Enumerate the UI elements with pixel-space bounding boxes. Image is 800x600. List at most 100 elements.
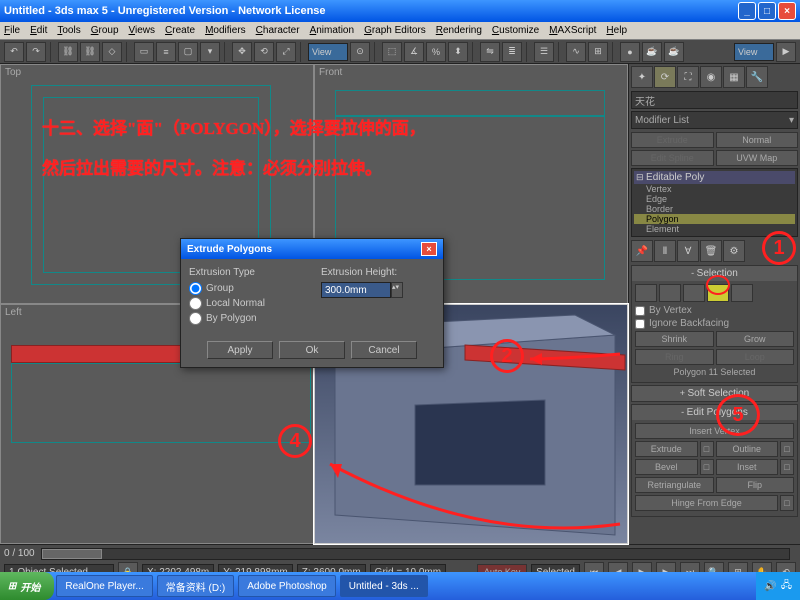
subobj-vertex[interactable] [635,284,657,302]
tray-icon[interactable]: 🔊 [764,581,776,592]
bevel-settings-button[interactable]: □ [700,459,714,475]
uvwmap-mod-button[interactable]: UVW Map [716,150,799,166]
menu-file[interactable]: File [4,25,20,36]
menu-create[interactable]: Create [165,25,195,36]
stack-polygon[interactable]: Polygon [634,214,795,224]
refcoord-dropdown[interactable]: View [308,43,348,61]
pivot-button[interactable]: ⊙ [350,42,370,62]
link-button[interactable]: ⛓ [58,42,78,62]
task-folder[interactable]: 常备资料 (D:) [157,575,234,597]
menu-animation[interactable]: Animation [310,25,354,36]
snap-button[interactable]: ⬚ [382,42,402,62]
show-result-icon[interactable]: Ⅱ [654,240,676,262]
menu-rendering[interactable]: Rendering [436,25,482,36]
render-button[interactable]: ▶ [776,42,796,62]
bevel-button[interactable]: Bevel [635,459,698,475]
move-button[interactable]: ✥ [232,42,252,62]
ring-button[interactable]: Ring [635,349,714,365]
task-realone[interactable]: RealOne Player... [56,575,152,597]
grow-button[interactable]: Grow [716,331,795,347]
menu-maxscript[interactable]: MAXScript [549,25,596,36]
curve-editor-button[interactable]: ∿ [566,42,586,62]
subobj-element[interactable] [731,284,753,302]
stack-root[interactable]: ⊟ Editable Poly [634,171,795,184]
by-vertex-checkbox[interactable] [635,306,645,316]
loop-button[interactable]: Loop [716,349,795,365]
mirror-button[interactable]: ⇋ [480,42,500,62]
rollout-selection-header[interactable]: - Selection [632,266,797,281]
select-name-button[interactable]: ≡ [156,42,176,62]
extrude-button[interactable]: Extrude [635,441,698,457]
cancel-button[interactable]: Cancel [351,341,417,359]
select-button[interactable]: ▭ [134,42,154,62]
retriangulate-button[interactable]: Retriangulate [635,477,714,493]
editspline-mod-button[interactable]: Edit Spline [631,150,714,166]
scale-button[interactable]: ⤢ [276,42,296,62]
tray-icon[interactable]: 🖧 [781,578,792,595]
tab-modify-icon[interactable]: ⟳ [654,66,676,88]
radio-by-polygon[interactable] [189,312,202,325]
menu-character[interactable]: Character [256,25,300,36]
pin-stack-icon[interactable]: 📌 [631,240,653,262]
shrink-button[interactable]: Shrink [635,331,714,347]
menu-help[interactable]: Help [606,25,627,36]
undo-button[interactable]: ↶ [4,42,24,62]
menu-group[interactable]: Group [91,25,119,36]
schematic-button[interactable]: ⊞ [588,42,608,62]
maximize-button[interactable]: □ [758,2,776,20]
inset-button[interactable]: Inset [716,459,779,475]
tab-motion-icon[interactable]: ◉ [700,66,722,88]
menu-modifiers[interactable]: Modifiers [205,25,246,36]
system-tray[interactable]: 🔊 🖧 [756,572,800,600]
dialog-close-button[interactable]: × [421,242,437,256]
configure-icon[interactable]: ⚙ [723,240,745,262]
menu-edit[interactable]: Edit [30,25,47,36]
unique-icon[interactable]: ∀ [677,240,699,262]
select-region-button[interactable]: ▢ [178,42,198,62]
stack-border[interactable]: Border [634,204,795,214]
tab-create-icon[interactable]: ✦ [631,66,653,88]
ignore-backfacing-checkbox[interactable] [635,319,645,329]
minimize-button[interactable]: _ [738,2,756,20]
subobj-edge[interactable] [659,284,681,302]
percent-snap-button[interactable]: % [426,42,446,62]
tab-hierarchy-icon[interactable]: ⛶ [677,66,699,88]
start-button[interactable]: ⊞ 开始 [0,572,54,600]
ok-button[interactable]: Ok [279,341,345,359]
menu-grapheditors[interactable]: Graph Editors [364,25,426,36]
material-button[interactable]: ● [620,42,640,62]
view-dropdown[interactable]: View [734,43,774,61]
stack-edge[interactable]: Edge [634,194,795,204]
tab-display-icon[interactable]: ▦ [723,66,745,88]
hinge-button[interactable]: Hinge From Edge [635,495,778,511]
outline-button[interactable]: Outline [716,441,779,457]
task-3dsmax[interactable]: Untitled - 3ds ... [340,575,428,597]
quick-render-button[interactable]: ☕ [664,42,684,62]
insert-vertex-button[interactable]: Insert Vertex [635,423,794,439]
apply-button[interactable]: Apply [207,341,273,359]
filter-button[interactable]: ▾ [200,42,220,62]
outline-settings-button[interactable]: □ [780,441,794,457]
layer-button[interactable]: ☰ [534,42,554,62]
redo-button[interactable]: ↷ [26,42,46,62]
extrude-settings-button[interactable]: □ [700,441,714,457]
inset-settings-button[interactable]: □ [780,459,794,475]
modifier-list-dropdown[interactable]: Modifier List▾ [631,111,798,129]
remove-mod-icon[interactable]: 🗑 [700,240,722,262]
stack-vertex[interactable]: Vertex [634,184,795,194]
timeline-slider[interactable] [41,548,790,560]
normal-mod-button[interactable]: Normal [716,132,799,148]
tab-utilities-icon[interactable]: 🔧 [746,66,768,88]
menu-customize[interactable]: Customize [492,25,539,36]
subobj-border[interactable] [683,284,705,302]
task-photoshop[interactable]: Adobe Photoshop [238,575,336,597]
bind-button[interactable]: ◇ [102,42,122,62]
spinner-buttons[interactable]: ▴▾ [391,282,403,298]
hinge-settings-button[interactable]: □ [780,495,794,511]
object-name-field[interactable] [631,91,798,109]
angle-snap-button[interactable]: ∡ [404,42,424,62]
radio-group[interactable] [189,282,202,295]
unlink-button[interactable]: ⛓ [80,42,100,62]
render-scene-button[interactable]: ☕ [642,42,662,62]
subobj-polygon[interactable] [707,284,729,302]
